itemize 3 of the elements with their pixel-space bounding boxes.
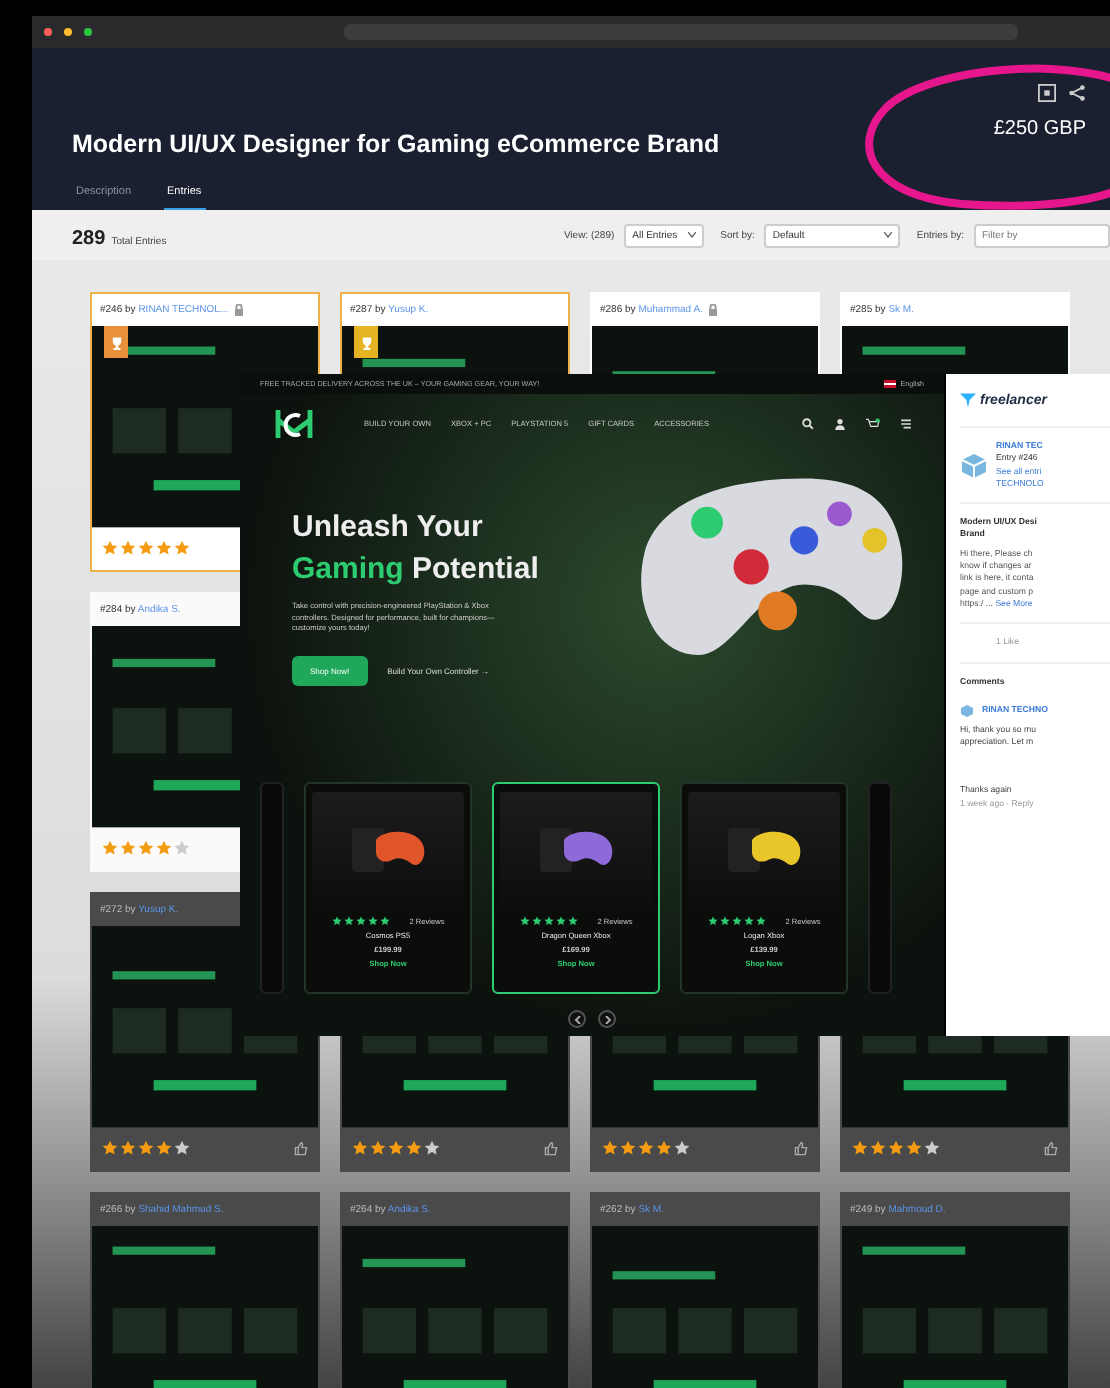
entry-count: 289 [72,227,106,249]
contest-title: Modern UI/UX Designer for Gaming eCommerce Brand [72,130,720,158]
prize-amount: £250 GBP [993,118,1086,140]
